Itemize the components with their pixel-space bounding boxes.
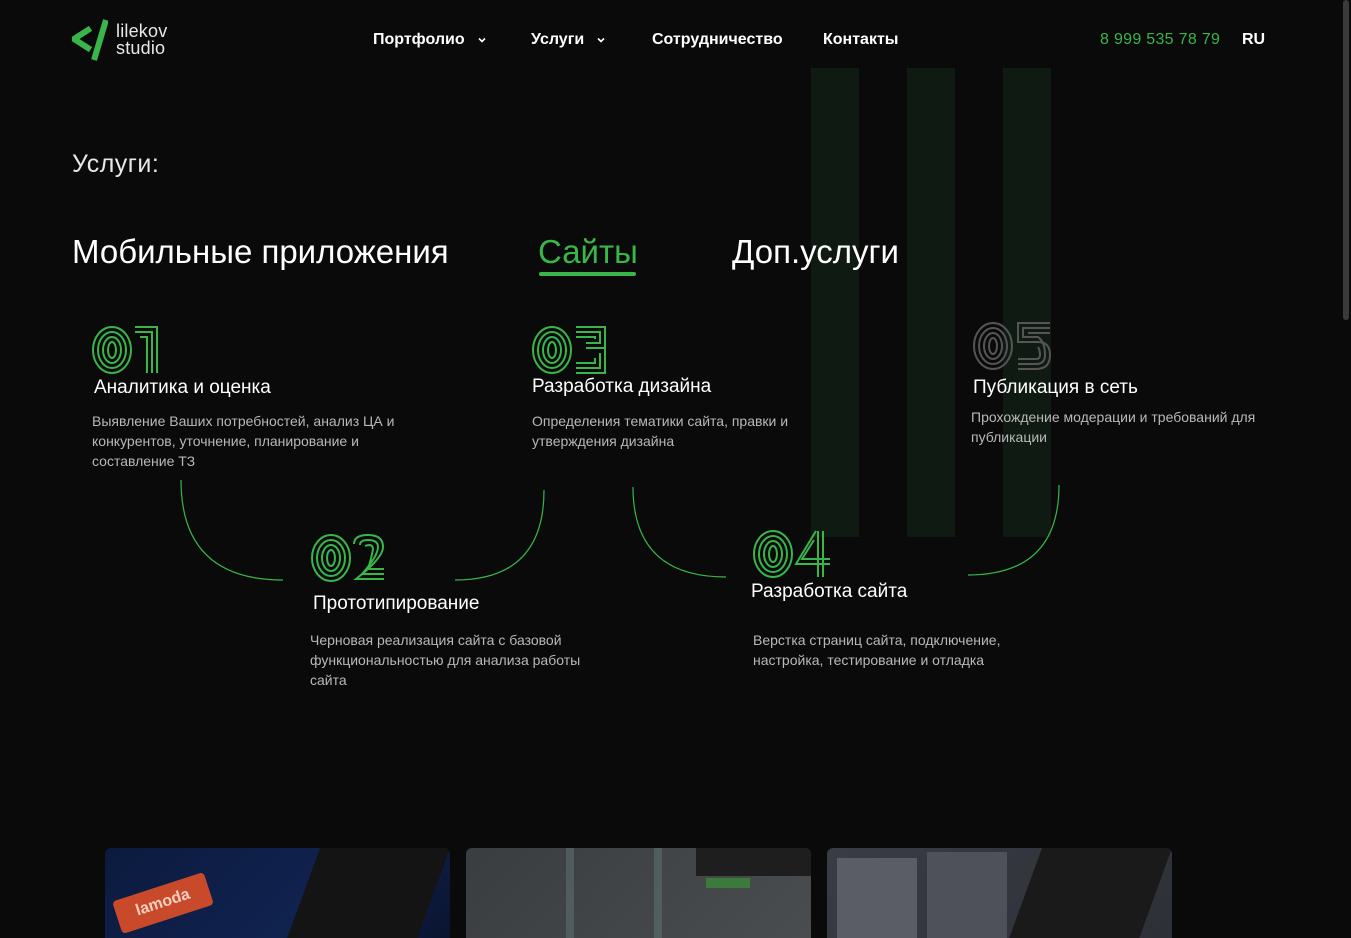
connector-01-02 xyxy=(180,479,284,581)
step-digits: 01 xyxy=(91,324,158,374)
svg-text:01: 01 xyxy=(91,324,93,325)
card-decoration xyxy=(837,858,917,938)
step-title: Прототипирование xyxy=(313,593,480,614)
card-decoration xyxy=(566,848,662,938)
step-description: Выявление Ваших потребностей, анализ ЦА … xyxy=(92,413,395,469)
step-title: Разработка сайта xyxy=(751,581,908,602)
connector-03-04 xyxy=(632,486,727,578)
portfolio-card[interactable]: lamoda xyxy=(105,848,450,938)
step-number: 03 xyxy=(531,324,611,381)
step-title: Разработка дизайна xyxy=(532,376,712,397)
step-digits: 03 xyxy=(531,324,606,374)
card-badge: lamoda xyxy=(112,871,214,935)
step-description: Верстка страниц сайта, подключение, наст… xyxy=(753,632,1001,668)
step-number: 05 xyxy=(972,320,1054,377)
step-title: Аналитика и оценка xyxy=(94,377,271,398)
svg-text:05: 05 xyxy=(972,320,974,321)
card-decoration xyxy=(696,848,811,876)
portfolio-card[interactable] xyxy=(466,848,811,938)
card-decoration xyxy=(287,848,450,938)
svg-text:03: 03 xyxy=(531,324,533,325)
step-digits: 04 xyxy=(752,528,830,578)
step-digits: 02 xyxy=(310,532,385,582)
step-number: 01 xyxy=(91,324,163,381)
step-description: Черновая реализация сайта с базовой функ… xyxy=(310,632,581,688)
step-digits: 05 xyxy=(972,320,1052,370)
step-description: Прохождение модерации и требований для п… xyxy=(971,409,1256,445)
connector-04-05 xyxy=(967,484,1060,576)
card-decoration xyxy=(927,852,1007,938)
card-decoration xyxy=(1009,848,1172,938)
step-number: 02 xyxy=(310,532,388,589)
portfolio-card[interactable] xyxy=(827,848,1172,938)
step-title: Публикация в сеть xyxy=(973,377,1138,398)
svg-text:02: 02 xyxy=(310,532,312,533)
svg-text:04: 04 xyxy=(752,528,754,529)
connector-02-03 xyxy=(454,489,545,581)
step-description: Определения тематики сайта, правки и утв… xyxy=(532,413,789,449)
step-number: 04 xyxy=(752,528,832,585)
card-decoration xyxy=(706,878,750,888)
